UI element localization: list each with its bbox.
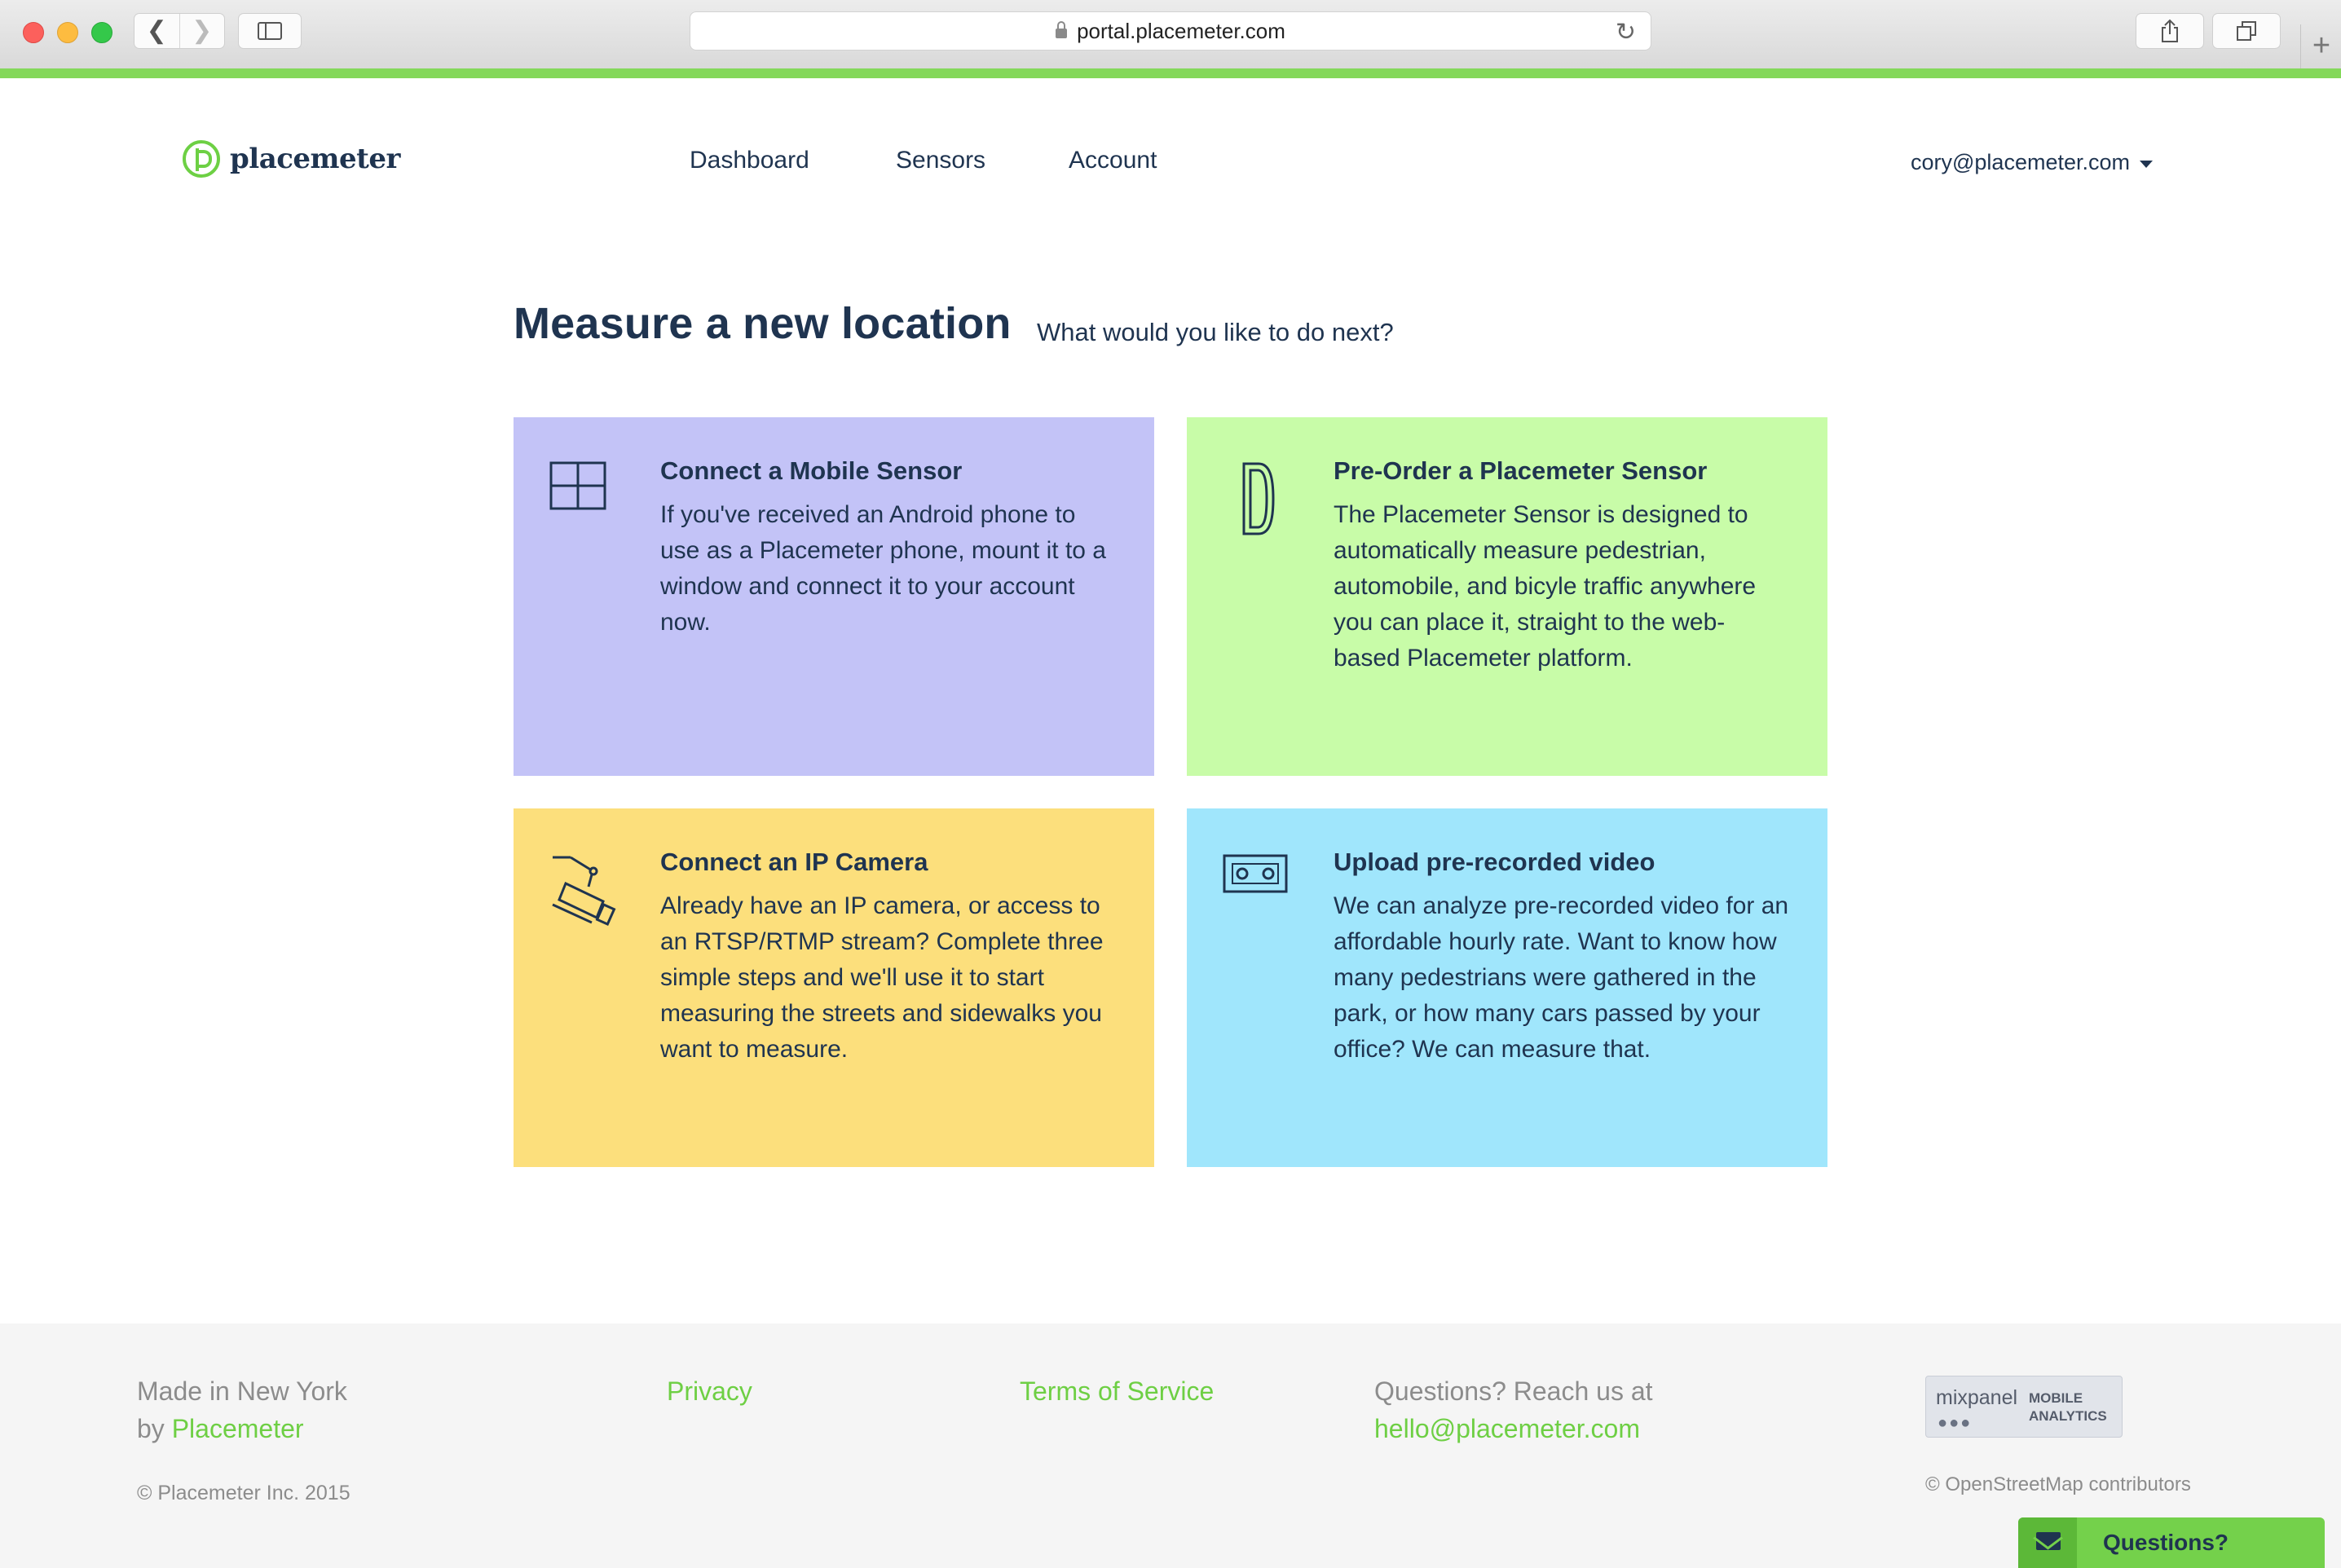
card-upload-video[interactable]: Upload pre-recorded video We can analyze… [1187, 808, 1827, 1167]
mixpanel-tag-analytics: ANALYTICS [2029, 1408, 2107, 1424]
copyright: © Placemeter Inc. 2015 [137, 1482, 350, 1504]
sensor-device-icon [1242, 462, 1275, 535]
back-button[interactable]: ❮ [134, 14, 179, 48]
card-title: Pre-Order a Placemeter Sensor [1334, 456, 1708, 485]
privacy-link[interactable]: Privacy [667, 1372, 752, 1410]
footer-made-in: Made in New York by Placemeter [137, 1372, 347, 1447]
card-description: The Placemeter Sensor is designed to aut… [1334, 501, 1757, 672]
forward-button[interactable]: ❯ [179, 14, 225, 48]
card-title: Upload pre-recorded video [1334, 848, 1655, 876]
made-in-text: Made in New York [137, 1376, 347, 1406]
made-by-line: by Placemeter [137, 1410, 347, 1447]
nav-dashboard[interactable]: Dashboard [690, 147, 809, 174]
contact-text: Questions? Reach us at [1374, 1376, 1653, 1406]
lock-icon [1056, 21, 1068, 38]
footer-contact: Questions? Reach us at hello@placemeter.… [1374, 1372, 1653, 1447]
by-text: by [137, 1414, 165, 1443]
user-email: cory@placemeter.com [1911, 150, 2130, 174]
chevron-down-icon [2140, 161, 2153, 168]
card-description: If you've received an Android phone to u… [660, 501, 1106, 636]
security-camera-icon [552, 856, 616, 926]
footer: Made in New York by Placemeter © Placeme… [0, 1324, 2341, 1568]
placemeter-logo-icon [183, 140, 220, 178]
card-preorder-sensor[interactable]: Pre-Order a Placemeter Sensor The Placem… [1187, 417, 1827, 776]
reload-icon[interactable]: ↻ [1616, 18, 1636, 46]
user-menu[interactable]: cory@placemeter.com [1911, 150, 2153, 175]
card-description: We can analyze pre-recorded video for an… [1334, 892, 1789, 1063]
card-title: Connect an IP Camera [660, 848, 928, 876]
osm-attribution: © OpenStreetMap contributors [1925, 1473, 2191, 1495]
contact-email-link[interactable]: hello@placemeter.com [1374, 1414, 1640, 1443]
placemeter-link[interactable]: Placemeter [172, 1414, 304, 1443]
mixpanel-tagline: MOBILE ANALYTICS [2029, 1390, 2107, 1425]
address-bar[interactable]: portal.placemeter.com ↻ [690, 11, 1651, 51]
mixpanel-badge[interactable]: mixpanel ●●● MOBILE ANALYTICS [1925, 1376, 2123, 1438]
tabs-icon [2237, 21, 2256, 41]
page-subtitle: What would you like to do next? [1037, 318, 1394, 346]
share-icon [2162, 19, 2178, 42]
placemeter-logo[interactable]: placemeter [183, 140, 400, 178]
share-button[interactable] [2136, 13, 2204, 49]
address-url: portal.placemeter.com [1077, 18, 1285, 43]
sidebar-toggle-button[interactable] [238, 13, 302, 49]
mixpanel-logo-text: mixpanel [1936, 1386, 2018, 1409]
history-nav: ❮ ❯ [134, 13, 225, 49]
envelope-icon [2018, 1517, 2077, 1568]
close-window-button[interactable] [23, 22, 44, 43]
minimize-window-button[interactable] [57, 22, 78, 43]
card-connect-mobile-sensor[interactable]: Connect a Mobile Sensor If you've receiv… [514, 417, 1154, 776]
new-tab-button[interactable]: + [2300, 24, 2341, 68]
sidebar-icon [258, 22, 282, 40]
zoom-window-button[interactable] [91, 22, 112, 43]
terms-of-service-link[interactable]: Terms of Service [1020, 1372, 1214, 1410]
nav-sensors[interactable]: Sensors [896, 147, 985, 174]
logo-text: placemeter [230, 143, 400, 175]
card-description: Already have an IP camera, or access to … [660, 892, 1104, 1063]
mixpanel-tag-mobile: MOBILE [2029, 1390, 2083, 1406]
page-load-progress-bar [0, 68, 2341, 78]
questions-label: Questions? [2103, 1530, 2229, 1555]
window-icon [549, 461, 606, 510]
mixpanel-dots-icon: ●●● [1938, 1414, 1973, 1432]
questions-widget[interactable]: Questions? [2018, 1517, 2325, 1568]
card-connect-ip-camera[interactable]: Connect an IP Camera Already have an IP … [514, 808, 1154, 1167]
show-tabs-button[interactable] [2212, 13, 2281, 49]
video-cassette-icon [1223, 854, 1288, 893]
page-title: Measure a new location [514, 299, 1012, 348]
nav-account[interactable]: Account [1069, 147, 1157, 174]
card-title: Connect a Mobile Sensor [660, 456, 963, 485]
browser-toolbar: ❮ ❯ portal.placemeter.com ↻ + [0, 0, 2341, 69]
